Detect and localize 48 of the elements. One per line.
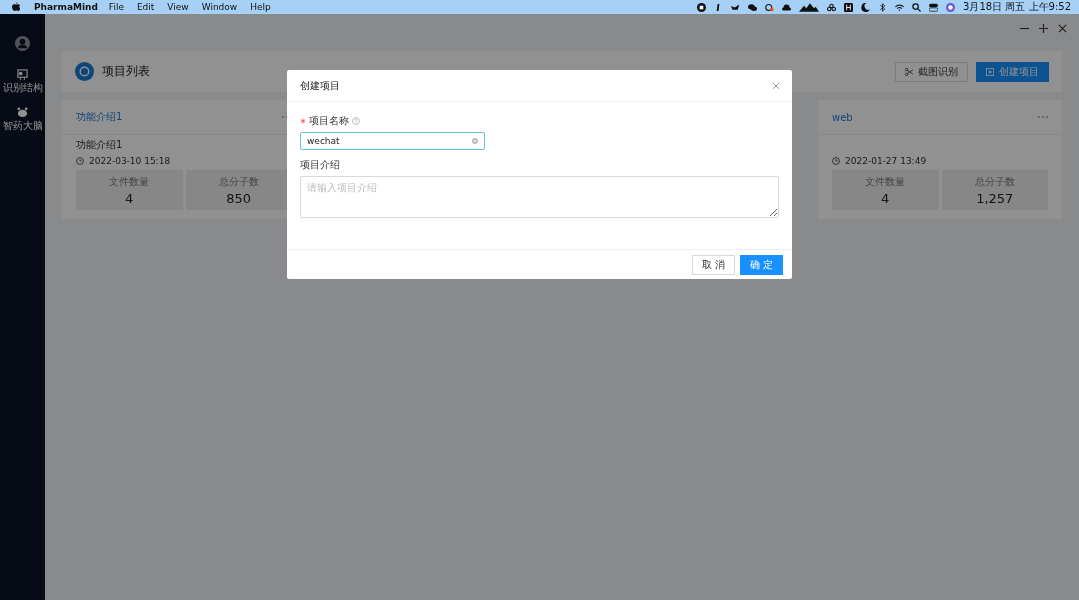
dialog-button[interactable]: 取 消 (691, 254, 735, 275)
project-date: 2022-01-27 13:49 (845, 156, 927, 166)
chat-icon[interactable] (748, 2, 758, 12)
header-button[interactable]: 截图识别 (895, 61, 968, 82)
close-icon[interactable] (1058, 23, 1067, 33)
project-description: 功能介绍1 (76, 138, 123, 152)
stat-value: 4 (881, 190, 890, 206)
dialog-title: 创建项目 (300, 78, 340, 93)
stat-value: 1,257 (976, 190, 1014, 206)
stat-value: 850 (226, 190, 252, 206)
three-circles-icon[interactable] (827, 2, 837, 12)
maximize-icon[interactable] (1039, 23, 1048, 33)
bluetooth-icon[interactable] (878, 2, 888, 12)
page-title: 项目列表 (102, 63, 150, 80)
plus-square-icon (986, 67, 994, 76)
orb-icon[interactable] (946, 2, 956, 12)
logo-circle-icon (75, 62, 94, 81)
clock-icon (832, 157, 840, 165)
search-icon[interactable] (912, 2, 922, 12)
field-label: 项目名称 (309, 114, 349, 128)
menu-item[interactable]: View (167, 2, 189, 12)
mountain-icon[interactable] (799, 2, 820, 12)
cloud-sync-icon[interactable] (765, 2, 775, 12)
moon-icon[interactable] (861, 2, 871, 12)
menu-item[interactable]: Edit (136, 2, 155, 12)
menu-item[interactable]: Window (201, 2, 238, 12)
asterisk-icon (300, 118, 306, 124)
wifi-icon[interactable] (895, 2, 905, 12)
stop-icon[interactable] (697, 2, 707, 12)
cloud-icon[interactable] (782, 2, 792, 12)
field-label: 项目介绍 (300, 158, 340, 172)
description-textarea[interactable]: 请输入项目介绍 (300, 176, 779, 218)
avatar-icon[interactable] (15, 36, 30, 51)
toggle-icon[interactable] (929, 2, 939, 12)
clock-text: 3月18日 周五 上午9:52 (963, 0, 1071, 14)
sidebar-item[interactable]: 智药大脑 (0, 107, 45, 131)
sidebar-item[interactable]: 识别结构 (0, 69, 45, 93)
close-icon[interactable] (772, 81, 780, 90)
scissors-icon (905, 67, 913, 76)
project-date: 2022-03-10 15:18 (89, 156, 171, 166)
apple-logo-icon[interactable] (12, 2, 20, 12)
menu-item[interactable]: File (108, 2, 124, 12)
molecule-board-icon (17, 69, 28, 80)
project-name-input[interactable]: wechat (300, 132, 485, 150)
clock-icon (76, 157, 84, 165)
menu-item[interactable]: Help (250, 2, 271, 12)
app-name-menu[interactable]: PharmaMind (34, 2, 98, 12)
stat-value: 4 (125, 190, 134, 206)
